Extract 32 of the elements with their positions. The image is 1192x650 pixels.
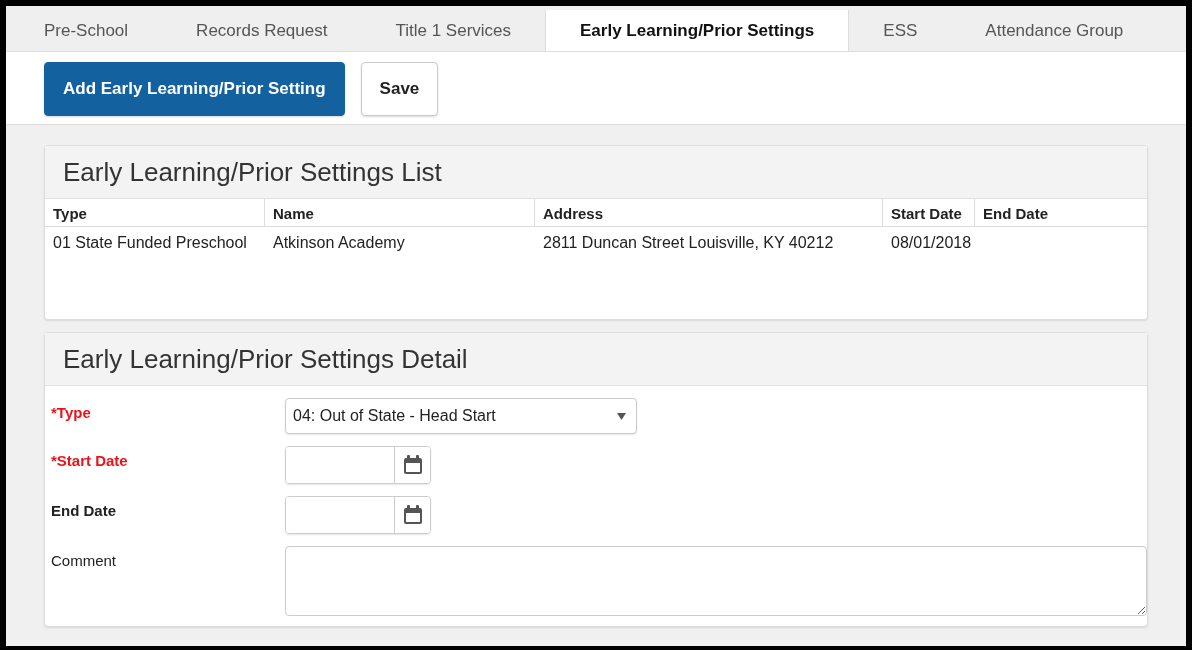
column-header: Name (265, 199, 535, 227)
tab[interactable]: Records Request (162, 10, 362, 51)
tab[interactable]: ESS (849, 10, 952, 51)
field-label: *Type (51, 403, 92, 421)
panel-title: Early Learning/Prior Settings List (45, 146, 1147, 199)
tab[interactable]: Title 1 Services (361, 10, 546, 51)
field-label: Comment (51, 551, 118, 569)
date-field[interactable] (285, 446, 431, 484)
calendar-icon (401, 454, 424, 476)
tab[interactable]: Pre-School (10, 10, 163, 51)
table-cell-text: 2811 Duncan Street Louisville, KY 40212 (542, 233, 835, 253)
calendar-button[interactable] (394, 497, 430, 533)
calendar-icon (401, 504, 424, 526)
column-header: Type (45, 199, 265, 227)
field-label: End Date (51, 501, 117, 519)
column-header: Start Date (883, 199, 975, 227)
table-cell-text: 01 State Funded Preschool (52, 233, 248, 253)
add-button[interactable]: Add Early Learning/Prior Setting (44, 62, 345, 116)
comment-field[interactable] (285, 546, 1147, 616)
caret-icon (617, 412, 626, 420)
table-cell-text: Atkinson Academy (272, 233, 406, 253)
column-header: Address (535, 199, 883, 227)
type-dropdown[interactable]: 04: Out of State - Head Start (285, 398, 637, 434)
tab[interactable]: Attendance Group (951, 10, 1158, 51)
tab[interactable]: Early Learning/Prior Settings (545, 10, 850, 51)
date-field[interactable] (285, 496, 431, 534)
save-button[interactable]: Save (360, 62, 439, 116)
field-label: *Start Date (51, 451, 129, 469)
column-header: End Date (975, 199, 1147, 227)
panel-title: Early Learning/Prior Settings Detail (45, 333, 1147, 386)
calendar-button[interactable] (394, 447, 430, 483)
table-cell-text: 08/01/2018 (890, 233, 973, 253)
